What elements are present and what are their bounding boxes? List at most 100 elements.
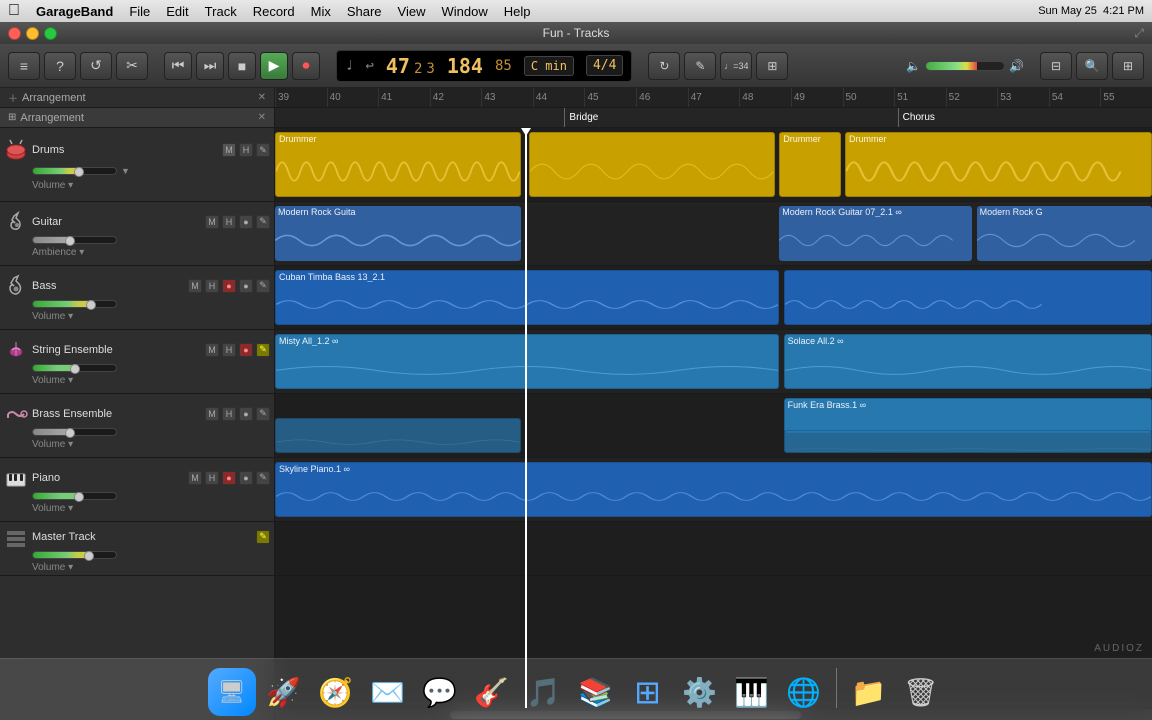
edit-button[interactable]: ✎ <box>684 52 716 80</box>
menu-help[interactable]: Help <box>504 4 531 19</box>
volume-slider-drums[interactable] <box>32 167 117 175</box>
edit-button-piano[interactable]: ✎ <box>256 471 270 485</box>
mute-button-brass[interactable]: M <box>205 407 219 421</box>
apple-menu[interactable]:  <box>8 2 20 20</box>
region-drums-1[interactable]: Drummer <box>275 132 521 197</box>
record-button-bass[interactable]: ● <box>222 279 236 293</box>
region-area[interactable]: Drummer <box>275 128 1152 708</box>
edit-button-string[interactable]: ✎ <box>256 343 270 357</box>
volume-label-bass[interactable]: Volume ▾ <box>32 311 73 322</box>
menu-file[interactable]: File <box>129 4 150 19</box>
dock-item-mail[interactable]: ✉️ <box>364 668 412 716</box>
edit-button-master[interactable]: ✎ <box>256 530 270 544</box>
master-volume-bar[interactable] <box>925 61 1005 71</box>
menu-share[interactable]: Share <box>347 4 382 19</box>
dock-item-stack[interactable]: 📁 <box>845 668 893 716</box>
dock-item-appstore[interactable]: ⊞ <box>624 668 672 716</box>
app-name[interactable]: GarageBand <box>36 4 113 19</box>
edit-button-bass[interactable]: ✎ <box>256 279 270 293</box>
volume-slider-brass[interactable] <box>32 428 117 436</box>
undo-button[interactable]: ↺ <box>80 52 112 80</box>
mute-button-drums[interactable]: M <box>222 143 236 157</box>
menu-edit[interactable]: Edit <box>166 4 188 19</box>
region-guitar-3[interactable]: Modern Rock G <box>977 206 1152 261</box>
dock-item-piano[interactable]: 🎹 <box>728 668 776 716</box>
loop-button[interactable]: ⊞ <box>756 52 788 80</box>
mute-button-piano[interactable]: M <box>188 471 202 485</box>
solo-button-brass[interactable]: ● <box>239 407 253 421</box>
volume-knob-brass[interactable] <box>65 428 75 438</box>
maximize-button[interactable] <box>44 27 57 40</box>
timeline-area[interactable]: Bridge Chorus Dru <box>275 108 1152 720</box>
dock-item-launchpad[interactable]: 🚀 <box>260 668 308 716</box>
volume-knob-bass[interactable] <box>86 300 96 310</box>
volume-label-drums[interactable]: Volume ▾ <box>32 180 73 191</box>
rewind-button[interactable]: ⏮ <box>164 52 192 80</box>
close-button[interactable] <box>8 27 21 40</box>
headphones-button-bass[interactable]: H <box>205 279 219 293</box>
menu-view[interactable]: View <box>398 4 426 19</box>
region-guitar-2[interactable]: Modern Rock Guitar 07_2.1 ∞ <box>779 206 972 261</box>
menu-record[interactable]: Record <box>253 4 295 19</box>
key-display[interactable]: C min <box>524 56 574 76</box>
solo-button-guitar[interactable]: ● <box>239 215 253 229</box>
arrangement-settings-icon[interactable]: ✕ <box>258 112 266 123</box>
dock-item-finder[interactable]: 🖥 <box>208 668 256 716</box>
metronome-icon[interactable]: ♩ <box>345 58 353 74</box>
region-string-1[interactable]: Misty All_1.2 ∞ <box>275 334 779 389</box>
dock-item-itunes[interactable]: 🎵 <box>520 668 568 716</box>
record-button-string[interactable]: ● <box>239 343 253 357</box>
dock-item-books[interactable]: 📚 <box>572 668 620 716</box>
tempo-button[interactable]: ♩=34 <box>720 52 752 80</box>
volume-label-piano[interactable]: Volume ▾ <box>32 503 73 514</box>
minimize-button[interactable] <box>26 27 39 40</box>
mute-button-bass[interactable]: M <box>188 279 202 293</box>
volume-label-brass[interactable]: Volume ▾ <box>32 439 73 450</box>
region-drums-4[interactable]: Drummer <box>845 132 1152 197</box>
menu-track[interactable]: Track <box>205 4 237 19</box>
region-brass-2[interactable]: Funk Era Brass.1 ∞ <box>784 398 1152 433</box>
time-sig-display[interactable]: 4/4 <box>586 55 623 76</box>
volume-knob-string[interactable] <box>70 364 80 374</box>
region-brass-1[interactable] <box>275 418 521 453</box>
play-button[interactable]: ▶ <box>260 52 288 80</box>
browser-button[interactable]: ⊞ <box>1112 52 1144 80</box>
edit-button-drums[interactable]: ✎ <box>256 143 270 157</box>
dock-item-trash[interactable]: 🗑 <box>897 668 945 716</box>
volume-slider-string[interactable] <box>32 364 117 372</box>
headphones-button-brass[interactable]: H <box>222 407 236 421</box>
headphones-button-string[interactable]: H <box>222 343 236 357</box>
mute-button-string[interactable]: M <box>205 343 219 357</box>
menu-mix[interactable]: Mix <box>311 4 331 19</box>
fast-forward-button[interactable]: ⏭ <box>196 52 224 80</box>
library-button[interactable]: ≡ <box>8 52 40 80</box>
volume-label-master[interactable]: Volume ▾ <box>32 562 73 573</box>
stop-button[interactable]: ■ <box>228 52 256 80</box>
ambience-label-guitar[interactable]: Ambience ▾ <box>32 247 84 258</box>
region-drums-2[interactable] <box>529 132 775 197</box>
count-in-icon[interactable]: ↩ <box>365 58 373 74</box>
volume-knob-guitar[interactable] <box>65 236 75 246</box>
solo-button-bass[interactable]: ● <box>239 279 253 293</box>
dock-item-safari[interactable]: 🧭 <box>312 668 360 716</box>
editor-button[interactable]: ⊟ <box>1040 52 1072 80</box>
dock-item-internet[interactable]: 🌐 <box>780 668 828 716</box>
volume-slider-master[interactable] <box>32 551 117 559</box>
region-brass-3[interactable] <box>784 430 1152 453</box>
solo-button-piano[interactable]: ● <box>239 471 253 485</box>
region-string-2[interactable]: Solace All.2 ∞ <box>784 334 1152 389</box>
arrangement-close-icon[interactable]: ✕ <box>258 92 266 103</box>
cycle-button[interactable]: ↻ <box>648 52 680 80</box>
region-drums-3[interactable]: Drummer <box>779 132 840 197</box>
add-track-button[interactable]: ＋ <box>8 90 18 105</box>
dock-item-preferences[interactable]: ⚙️ <box>676 668 724 716</box>
help-button[interactable]: ? <box>44 52 76 80</box>
headphones-button-guitar[interactable]: H <box>222 215 236 229</box>
menu-window[interactable]: Window <box>442 4 488 19</box>
region-bass-1[interactable]: Cuban Timba Bass 13_2.1 <box>275 270 779 325</box>
mixer-button[interactable]: 🔍 <box>1076 52 1108 80</box>
headphones-button-drums[interactable]: H <box>239 143 253 157</box>
volume-slider-piano[interactable] <box>32 492 117 500</box>
volume-label-string[interactable]: Volume ▾ <box>32 375 73 386</box>
volume-knob-piano[interactable] <box>74 492 84 502</box>
